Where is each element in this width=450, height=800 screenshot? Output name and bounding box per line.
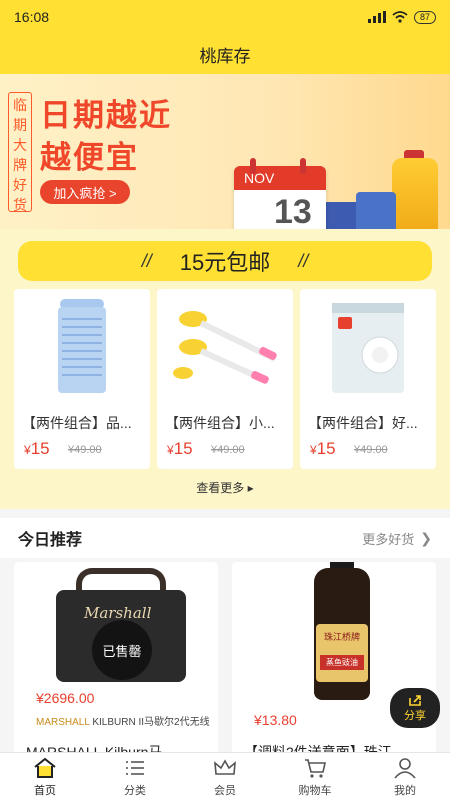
oil-bottle-image bbox=[392, 158, 438, 229]
free-shipping-section: // 15元包邮 // 【两件组合】品... ¥15 ¥49.00 【两件组合】… bbox=[0, 229, 450, 509]
cotton-pad-pack-image bbox=[332, 303, 404, 393]
product-price: ¥15 bbox=[310, 439, 336, 458]
bottle-label: 珠江桥牌 蒸鱼豉油 bbox=[316, 624, 368, 682]
tab-label: 会员 bbox=[214, 784, 236, 797]
cleaning-brush-image bbox=[173, 311, 277, 384]
user-icon bbox=[394, 757, 416, 779]
page-title: 桃库存 bbox=[199, 46, 251, 66]
product-title: 【两件组合】品... bbox=[22, 415, 132, 431]
free-shipping-title: 15元包邮 bbox=[179, 250, 271, 275]
wifi-icon bbox=[392, 11, 408, 23]
calendar-image: NOV 13 bbox=[234, 158, 326, 229]
tab-profile[interactable]: 我的 bbox=[360, 753, 450, 800]
free-shipping-header: // 15元包邮 // bbox=[18, 241, 432, 281]
list-icon bbox=[126, 760, 144, 775]
battery-indicator: 87 bbox=[413, 10, 436, 24]
product-title: 【两件组合】小... bbox=[165, 415, 275, 431]
share-label: 分享 bbox=[404, 710, 426, 722]
tab-cart[interactable]: 购物车 bbox=[270, 753, 360, 800]
chevron-right-icon[interactable]: ❯ bbox=[420, 530, 432, 547]
washboard-image bbox=[58, 299, 106, 393]
snack-box-image-2 bbox=[356, 192, 396, 229]
caret-right-icon: ▸ bbox=[247, 481, 254, 495]
product-price: ¥15 bbox=[167, 439, 193, 458]
decor-slash-icon: // bbox=[298, 250, 309, 271]
promo-banner[interactable]: 临期大牌好货 日期越近 越便宜 加入疯抢 > NOV 13 bbox=[0, 74, 450, 229]
product-card[interactable]: 【两件组合】好... ¥15 ¥49.00 bbox=[300, 289, 436, 469]
share-icon bbox=[409, 695, 421, 706]
free-shipping-products: 【两件组合】品... ¥15 ¥49.00 【两件组合】小... ¥15 ¥49… bbox=[14, 289, 436, 469]
calendar-month: NOV bbox=[234, 166, 326, 190]
product-original-price: ¥49.00 bbox=[68, 444, 102, 456]
product-title: 【两件组合】好... bbox=[308, 415, 418, 431]
tab-label: 分类 bbox=[124, 784, 146, 797]
calendar-day: 13 bbox=[274, 193, 312, 229]
product-price: ¥15 bbox=[24, 439, 50, 458]
more-goods-link[interactable]: 更多好货 bbox=[362, 529, 414, 548]
recommend-price: ¥13.80 bbox=[254, 712, 297, 728]
see-more-link[interactable]: 查看更多 ▸ bbox=[0, 479, 450, 496]
cart-icon bbox=[305, 758, 326, 778]
banner-side-tag: 临期大牌好货 bbox=[8, 92, 32, 213]
app-header: 桃库存 bbox=[0, 34, 450, 74]
banner-headline-2: 越便宜 bbox=[40, 140, 139, 175]
tab-label: 我的 bbox=[394, 784, 416, 797]
crown-icon bbox=[214, 758, 236, 775]
today-recommend-title: 今日推荐 bbox=[18, 532, 83, 549]
status-icons: 87 bbox=[367, 10, 436, 24]
today-recommend-list: Marshall 已售罄 ¥2696.00 MARSHALL KILBURN I… bbox=[0, 558, 450, 762]
status-time: 16:08 bbox=[14, 9, 50, 25]
tab-member[interactable]: 会员 bbox=[180, 753, 270, 800]
today-recommend-header: 今日推荐 更多好货 ❯ bbox=[0, 518, 450, 558]
tab-label: 首页 bbox=[34, 784, 56, 797]
product-original-price: ¥49.00 bbox=[211, 444, 245, 456]
product-card[interactable]: 【两件组合】品... ¥15 ¥49.00 bbox=[14, 289, 150, 469]
tab-category[interactable]: 分类 bbox=[90, 753, 180, 800]
signal-icon bbox=[367, 11, 386, 23]
join-rush-button[interactable]: 加入疯抢 > bbox=[40, 180, 130, 204]
product-original-price: ¥49.00 bbox=[354, 444, 388, 456]
recommend-card[interactable]: Marshall 已售罄 ¥2696.00 MARSHALL KILBURN I… bbox=[14, 562, 218, 762]
bottom-tab-bar: 首页 分类 会员 购物车 我的 bbox=[0, 752, 450, 800]
status-bar: 16:08 87 bbox=[0, 0, 450, 34]
recommend-price: ¥2696.00 bbox=[36, 690, 95, 706]
decor-slash-icon: // bbox=[141, 250, 152, 271]
sold-out-badge: 已售罄 bbox=[92, 620, 152, 680]
banner-headline-1: 日期越近 bbox=[40, 98, 172, 133]
recommend-desc: MARSHALL KILBURN II马歇尔2代无线 bbox=[36, 717, 210, 728]
tab-home[interactable]: 首页 bbox=[0, 753, 90, 800]
tab-label: 购物车 bbox=[298, 784, 332, 797]
recommend-card[interactable]: 珠江桥牌 蒸鱼豉油 ¥13.80 【调料2件送意面】珠江... bbox=[232, 562, 436, 762]
product-card[interactable]: 【两件组合】小... ¥15 ¥49.00 bbox=[157, 289, 293, 469]
share-button[interactable]: 分享 bbox=[390, 688, 440, 728]
home-icon bbox=[34, 757, 56, 778]
